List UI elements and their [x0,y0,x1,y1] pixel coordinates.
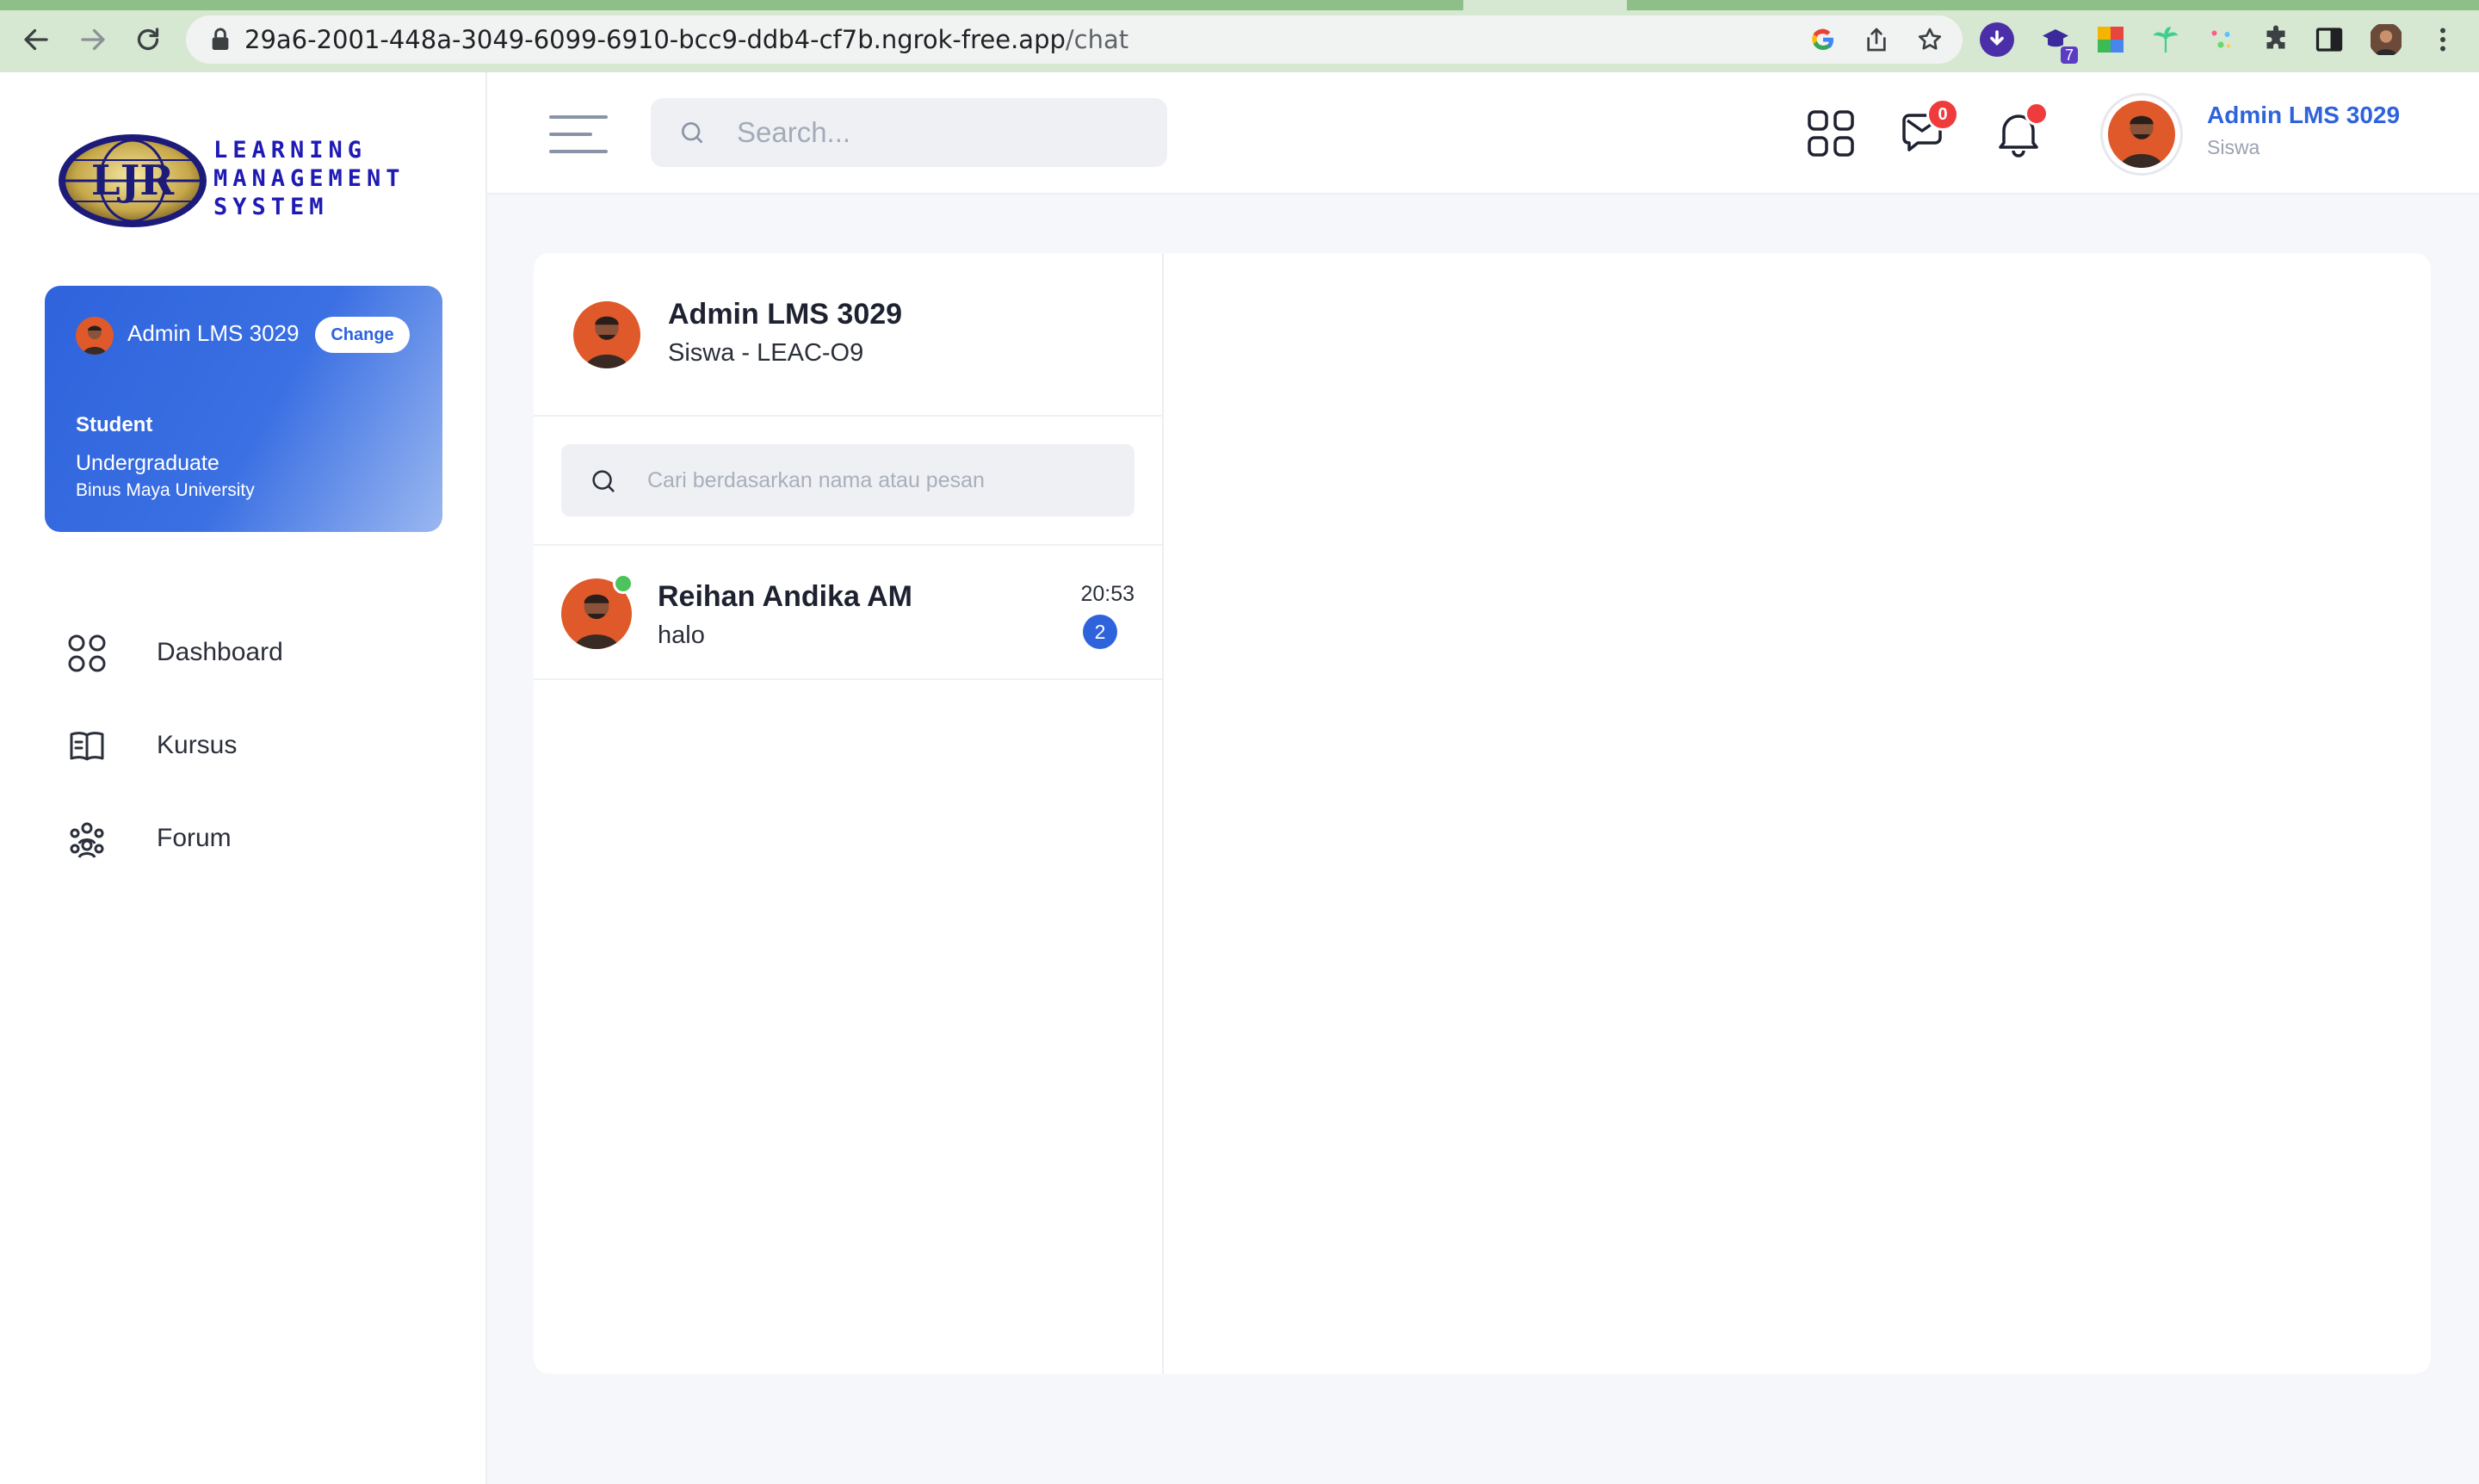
logo-text: LEARNING MANAGEMENT SYSTEM [213,137,405,220]
chat-search-input[interactable] [647,444,1112,516]
notifications-button[interactable] [1992,102,2049,160]
back-button[interactable] [12,15,60,64]
avatar [573,301,640,368]
sidebar-item-forum[interactable]: Forum [0,792,487,885]
conversation-last-message: halo [658,621,705,649]
reload-icon [137,28,159,51]
forward-button[interactable] [69,15,117,64]
search-icon [592,470,615,492]
arrow-right-icon [81,28,105,51]
messages-count-badge: 0 [1926,98,1959,131]
sparkle-extension-icon[interactable] [2204,22,2238,57]
chat-profile-subtitle: Siswa - LEAC-O9 [668,339,864,367]
download-extension-icon[interactable] [1980,22,2014,57]
lock-icon [212,28,229,50]
book-icon [67,727,107,766]
globe-logo-icon: LJR [59,134,207,227]
top-bar: 0 Admin LMS 3029 Siswa [487,72,2479,195]
users-icon [67,819,107,859]
messages-button[interactable]: 0 [1899,98,1959,160]
tab-strip [0,0,2479,10]
user-university: Binus Maya University [76,480,255,500]
chat-profile-header: Admin LMS 3029 Siswa - LEAC-O9 [534,253,1162,417]
conversation-time: 20:53 [1080,582,1134,606]
chat-list-panel: Admin LMS 3029 Siswa - LEAC-O9 Reihan An… [534,253,1164,1374]
sidepanel-icon[interactable] [2312,22,2346,57]
avatar[interactable] [2100,93,2183,176]
chat-window [1164,253,2431,1374]
global-search [651,98,1167,167]
palm-extension-icon[interactable] [2148,22,2183,57]
sidebar-item-dashboard[interactable]: Dashboard [0,606,487,699]
header-user-role: Siswa [2207,136,2260,158]
sidebar-nav: Dashboard Kursus Forum [0,606,487,885]
graduation-extension-icon[interactable]: 7 [2038,22,2078,64]
share-icon[interactable] [1861,24,1892,55]
bookmark-star-icon[interactable] [1914,24,1945,55]
search-input[interactable] [737,98,1141,167]
unread-count-badge: 2 [1083,615,1117,649]
address-bar[interactable]: 29a6-2001-448a-3049-6099-6910-bcc9-ddb4-… [186,15,1963,64]
more-menu-icon[interactable] [2426,22,2460,57]
user-card-name: Admin LMS 3029 [127,320,300,346]
user-profile-card: Admin LMS 3029 Change Student Undergradu… [45,286,442,532]
browser-toolbar: 29a6-2001-448a-3049-6099-6910-bcc9-ddb4-… [0,0,2479,72]
user-degree: Undergraduate [76,451,219,475]
colorful-extension-icon[interactable] [2093,22,2128,57]
apps-grid-icon[interactable] [1804,107,1858,160]
search-icon [682,122,702,143]
sidebar-item-kursus[interactable]: Kursus [0,699,487,792]
sidebar-item-label: Kursus [157,731,238,759]
notification-dot [2025,102,2049,126]
chat-profile-name: Admin LMS 3029 [668,298,903,331]
conversation-item[interactable]: Reihan Andika AM halo 20:53 2 [534,546,1162,680]
hamburger-menu-icon[interactable] [549,110,608,158]
chat-search [561,444,1134,516]
puzzle-extension-icon[interactable] [2259,22,2293,57]
sidebar-item-label: Forum [157,824,232,852]
google-icon[interactable] [1808,24,1839,55]
reload-button[interactable] [124,15,172,64]
header-user-name[interactable]: Admin LMS 3029 [2207,102,2400,129]
url-text: 29a6-2001-448a-3049-6099-6910-bcc9-ddb4-… [244,25,1129,54]
online-status-dot [613,573,634,594]
sidebar-item-label: Dashboard [157,638,283,666]
conversation-name: Reihan Andika AM [658,580,912,613]
avatar [76,317,114,355]
grid-icon [67,634,107,673]
svg-text:LJR: LJR [91,157,175,205]
user-role: Student [76,413,153,436]
profile-avatar-icon[interactable] [2369,22,2403,57]
arrow-left-icon [24,28,48,51]
logo[interactable]: LJR LEARNING MANAGEMENT SYSTEM [57,129,436,234]
sidebar: LJR LEARNING MANAGEMENT SYSTEM Admin LMS… [0,72,487,1484]
change-role-button[interactable]: Change [315,317,410,353]
